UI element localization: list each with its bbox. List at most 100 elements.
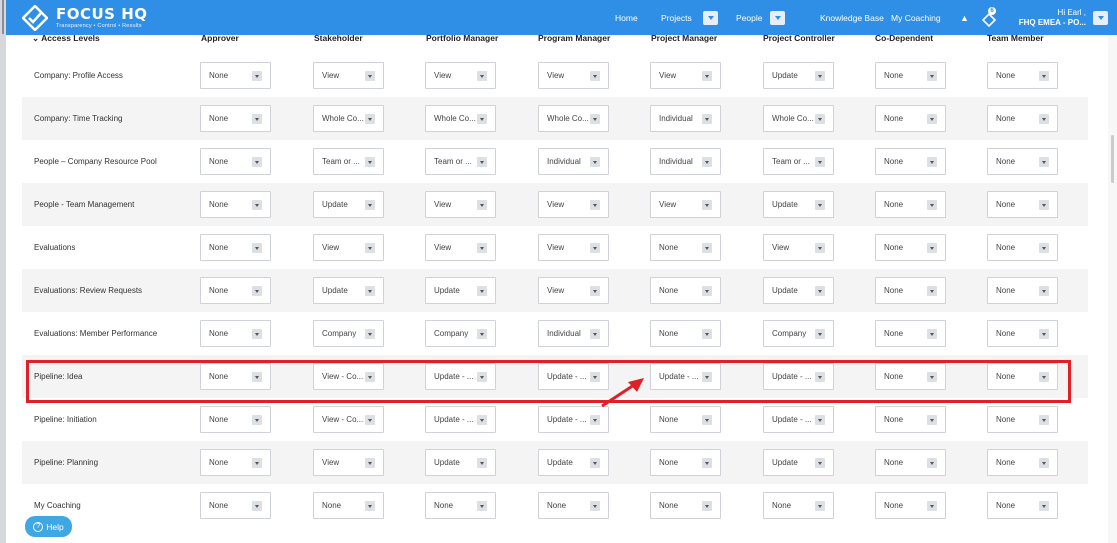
access-level-select[interactable]: Update xyxy=(313,277,384,304)
nav-people[interactable]: People xyxy=(736,13,762,23)
access-level-select[interactable]: None xyxy=(200,320,271,347)
access-level-select[interactable]: View xyxy=(538,62,609,89)
access-level-select[interactable]: None xyxy=(875,449,946,476)
access-level-select[interactable]: View xyxy=(538,234,609,261)
access-level-select[interactable]: None xyxy=(200,277,271,304)
nav-knowledge-base[interactable]: Knowledge Base xyxy=(820,13,884,23)
access-level-select[interactable]: View xyxy=(313,234,384,261)
access-level-select[interactable]: View xyxy=(425,62,496,89)
access-level-select[interactable]: Update xyxy=(538,449,609,476)
access-level-select[interactable]: None xyxy=(200,148,271,175)
access-level-select[interactable]: None xyxy=(987,492,1058,519)
access-level-select[interactable]: None xyxy=(650,234,721,261)
access-level-select[interactable]: None xyxy=(313,492,384,519)
nav-my-coaching[interactable]: My Coaching xyxy=(891,13,941,23)
access-level-select[interactable]: Whole Co... xyxy=(538,105,609,132)
access-level-select[interactable]: View - Co... xyxy=(313,406,384,433)
access-level-select[interactable]: None xyxy=(875,406,946,433)
access-level-select[interactable]: View xyxy=(538,277,609,304)
access-level-select[interactable]: Company xyxy=(763,320,834,347)
access-level-select[interactable]: None xyxy=(875,62,946,89)
access-level-select[interactable]: Update - ... xyxy=(763,406,834,433)
access-level-select[interactable]: None xyxy=(875,320,946,347)
access-level-select[interactable]: View xyxy=(313,449,384,476)
access-level-select[interactable]: Company xyxy=(425,320,496,347)
access-level-select[interactable]: Individual xyxy=(538,320,609,347)
access-level-select[interactable]: None xyxy=(987,105,1058,132)
access-level-select[interactable]: None xyxy=(875,234,946,261)
access-level-select[interactable]: Update - ... xyxy=(763,363,834,390)
access-level-select[interactable]: None xyxy=(538,492,609,519)
access-level-select[interactable]: None xyxy=(200,492,271,519)
access-level-select[interactable]: View xyxy=(425,191,496,218)
access-level-select[interactable]: Team or ... xyxy=(763,148,834,175)
access-level-select[interactable]: None xyxy=(987,277,1058,304)
access-level-select[interactable]: Individual xyxy=(650,105,721,132)
access-level-select[interactable]: None xyxy=(650,406,721,433)
projects-dropdown-toggle[interactable] xyxy=(703,10,718,25)
access-level-select[interactable]: Whole Co... xyxy=(425,105,496,132)
access-level-select[interactable]: Update xyxy=(425,277,496,304)
people-dropdown-toggle[interactable] xyxy=(770,10,785,25)
access-level-select[interactable]: Individual xyxy=(538,148,609,175)
access-level-select[interactable]: Update - ... xyxy=(425,406,496,433)
nav-projects[interactable]: Projects xyxy=(661,13,692,23)
access-level-select[interactable]: Update xyxy=(425,449,496,476)
access-level-select[interactable]: None xyxy=(987,406,1058,433)
access-level-select[interactable]: None xyxy=(200,406,271,433)
access-level-select[interactable]: None xyxy=(650,277,721,304)
access-level-select[interactable]: None xyxy=(875,277,946,304)
access-level-select[interactable]: Whole Co... xyxy=(313,105,384,132)
access-level-select[interactable]: None xyxy=(425,492,496,519)
access-level-select[interactable]: Company xyxy=(313,320,384,347)
access-level-select[interactable]: None xyxy=(200,62,271,89)
access-level-select[interactable]: None xyxy=(875,363,946,390)
access-level-select[interactable]: None xyxy=(200,363,271,390)
access-level-select[interactable]: None xyxy=(987,363,1058,390)
access-level-select[interactable]: None xyxy=(987,320,1058,347)
access-level-select[interactable]: Update - ... xyxy=(538,363,609,390)
user-menu[interactable]: Hi Earl , FHQ EMEA - PO... xyxy=(1019,8,1086,28)
access-level-select[interactable]: None xyxy=(200,234,271,261)
scrollbar-thumb[interactable] xyxy=(1111,135,1114,183)
access-level-select[interactable]: None xyxy=(200,449,271,476)
access-level-select[interactable]: None xyxy=(875,105,946,132)
access-level-select[interactable]: Team or ... xyxy=(313,148,384,175)
access-level-select[interactable]: View xyxy=(538,191,609,218)
access-level-select[interactable]: Update xyxy=(763,277,834,304)
access-level-select[interactable]: None xyxy=(650,492,721,519)
access-level-select[interactable]: None xyxy=(987,234,1058,261)
user-dropdown-toggle[interactable] xyxy=(1093,10,1108,25)
access-level-select[interactable]: View xyxy=(425,234,496,261)
app-logo[interactable]: FOCUS HQ Transparency • Control • Result… xyxy=(21,4,148,32)
notifications-icon[interactable]: 6 xyxy=(982,6,998,27)
access-level-select[interactable]: View xyxy=(763,234,834,261)
access-level-select[interactable]: None xyxy=(650,449,721,476)
nav-home[interactable]: Home xyxy=(615,13,638,23)
access-level-select[interactable]: None xyxy=(875,148,946,175)
help-button[interactable]: ? Help xyxy=(25,516,72,537)
access-level-select[interactable]: View xyxy=(650,191,721,218)
access-level-select[interactable]: Update xyxy=(313,191,384,218)
alert-icon[interactable]: ▲ xyxy=(960,13,969,23)
access-level-select[interactable]: None xyxy=(987,191,1058,218)
access-level-select[interactable]: View - Co... xyxy=(313,363,384,390)
access-level-select[interactable]: None xyxy=(763,492,834,519)
access-level-select[interactable]: Team or ... xyxy=(425,148,496,175)
access-level-select[interactable]: Update - ... xyxy=(425,363,496,390)
access-level-select[interactable]: Individual xyxy=(650,148,721,175)
access-level-select[interactable]: Update - ... xyxy=(650,363,721,390)
access-level-select[interactable]: None xyxy=(875,191,946,218)
access-level-select[interactable]: None xyxy=(987,148,1058,175)
access-level-select[interactable]: None xyxy=(200,191,271,218)
access-level-select[interactable]: Update xyxy=(763,62,834,89)
access-level-select[interactable]: Update - ... xyxy=(538,406,609,433)
access-level-select[interactable]: None xyxy=(987,449,1058,476)
access-level-select[interactable]: View xyxy=(313,62,384,89)
access-level-select[interactable]: Update xyxy=(763,449,834,476)
access-level-select[interactable]: Update xyxy=(763,191,834,218)
access-level-select[interactable]: None xyxy=(200,105,271,132)
access-level-select[interactable]: None xyxy=(650,320,721,347)
access-level-select[interactable]: None xyxy=(875,492,946,519)
access-level-select[interactable]: None xyxy=(987,62,1058,89)
